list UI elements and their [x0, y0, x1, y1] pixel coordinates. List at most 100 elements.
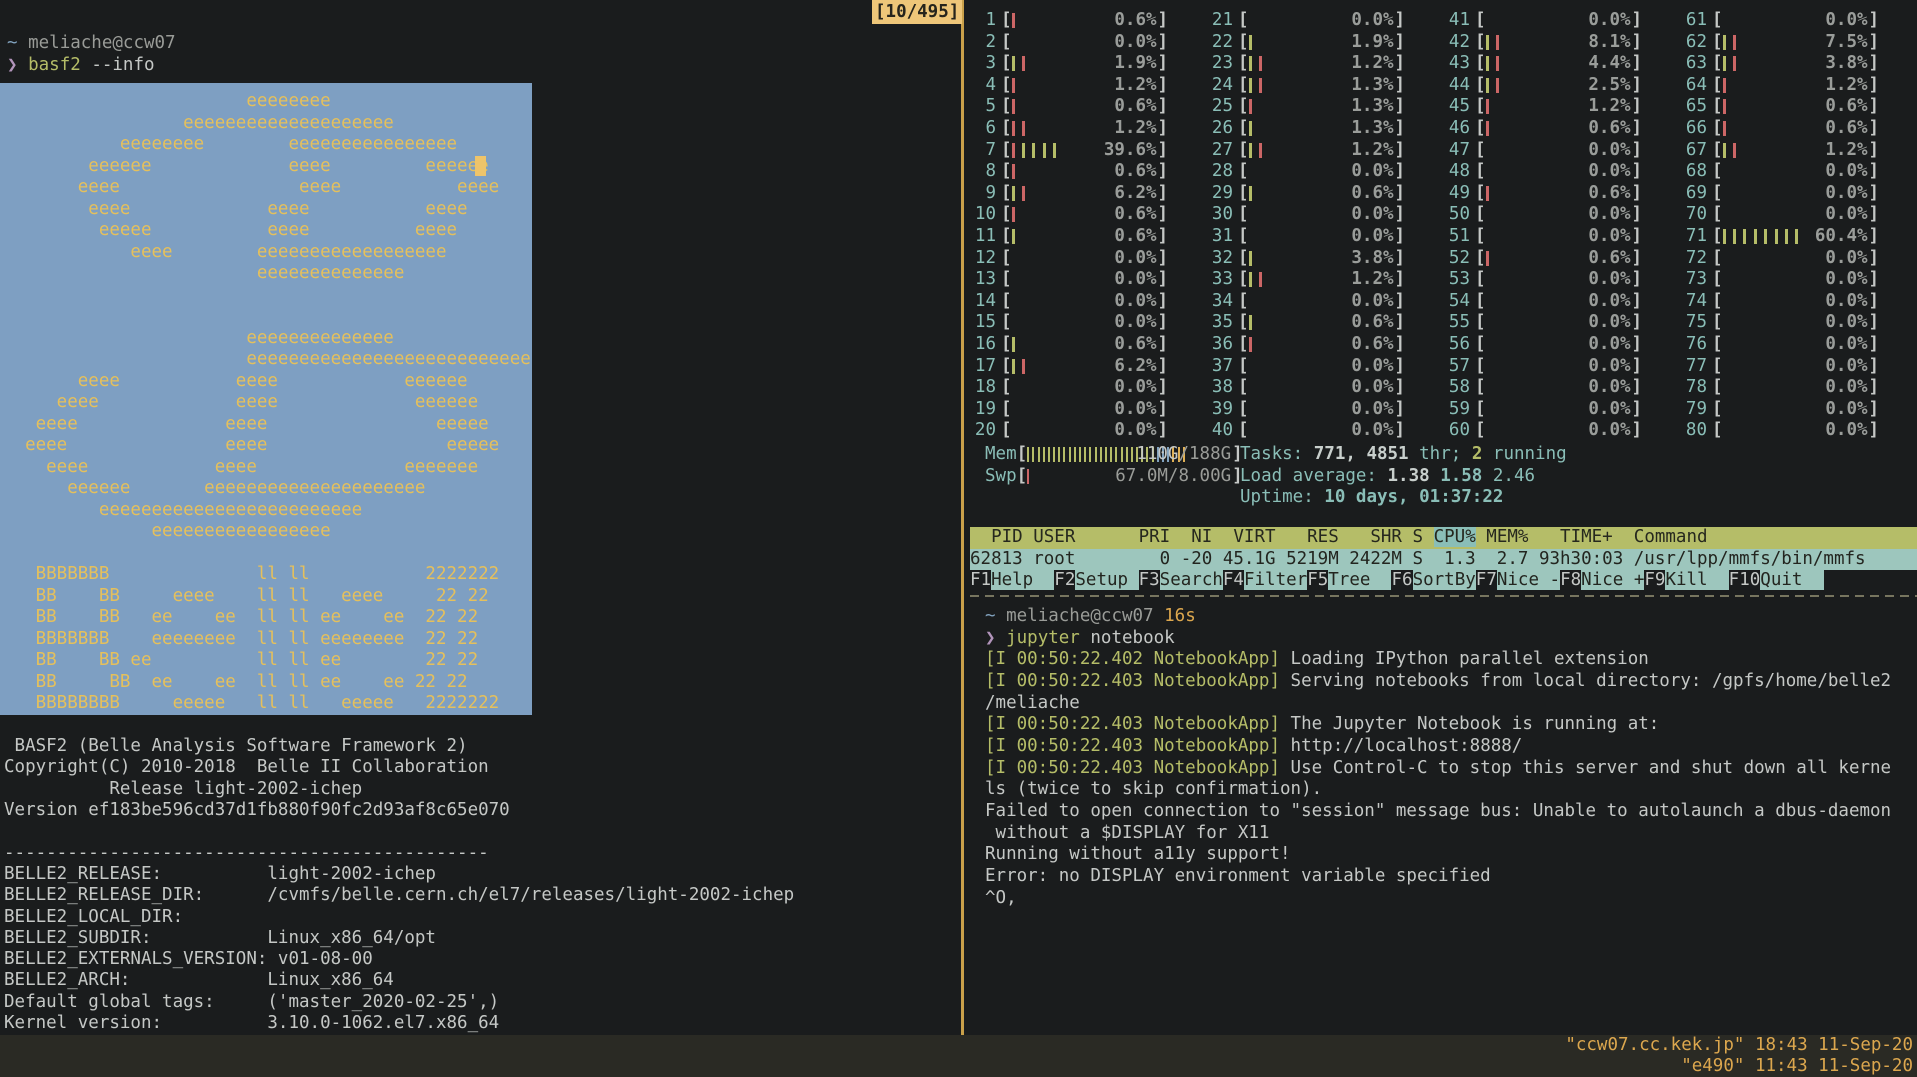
tmux-status-bar-outer: [0] 0:split-pane showcase* 1:other windo…: [0, 1035, 1917, 1056]
belle2-logo-block: eeeeeeee eeeeeeeeeeeeeeeeeeee eeeeeeee e…: [0, 83, 532, 715]
cpu-meter-58: 58[0.0%]: [1444, 377, 1681, 399]
cpu-meter-33: 33[1.2%]: [1207, 269, 1444, 291]
cpu-meter-64: 64[1.2%]: [1681, 75, 1917, 97]
fkey-f9[interactable]: F9Kill: [1644, 570, 1728, 590]
cpu-meter-38: 38[0.0%]: [1207, 377, 1444, 399]
prompt-line: ~ meliache@ccw07: [0, 33, 961, 55]
load-average-line: Load average: 1.38 1.58 2.46: [1240, 466, 1567, 488]
cpu-meter-34: 34[0.0%]: [1207, 291, 1444, 313]
log-line: [I 00:50:22.403 NotebookApp] Use Control…: [970, 758, 1917, 780]
command-duration: 16s: [1164, 606, 1196, 626]
cpu-meter-60: 60[0.0%]: [1444, 420, 1681, 442]
fkey-f5[interactable]: F5Tree: [1307, 570, 1391, 590]
tasks-count: 771,: [1314, 444, 1367, 464]
cpu-meter-49: 49[0.6%]: [1444, 183, 1681, 205]
command-jupyter-args: notebook: [1080, 628, 1175, 648]
cpu-meter-57: 57[0.0%]: [1444, 356, 1681, 378]
cpu-meter-52: 52[0.6%]: [1444, 248, 1681, 270]
memory-total: /188G: [1178, 444, 1231, 464]
cpu-meter-37: 37[0.0%]: [1207, 356, 1444, 378]
cpu-meter-21: 21[0.0%]: [1207, 10, 1444, 32]
cpu-meter-11: 11[0.6%]: [970, 226, 1207, 248]
cpu-meter-48: 48[0.0%]: [1444, 161, 1681, 183]
cpu-meter-50: 50[0.0%]: [1444, 204, 1681, 226]
cpu-meter-25: 25[1.3%]: [1207, 96, 1444, 118]
process-table-header[interactable]: PID USER PRI NI VIRT RES SHR S CPU% MEM%…: [970, 527, 1917, 549]
cpu-meter-55: 55[0.0%]: [1444, 312, 1681, 334]
swap-total: 67.0M/8.00G: [1115, 466, 1231, 486]
cpu-meter-47: 47[0.0%]: [1444, 140, 1681, 162]
log-line: ^O,: [970, 888, 1917, 910]
cpu-meter-44: 44[2.5%]: [1444, 75, 1681, 97]
cpu-meter-70: 70[0.0%]: [1681, 204, 1917, 226]
swap-label: Swp: [985, 466, 1017, 486]
tmux-host-clock-outer: "ccw07.cc.kek.jp" 18:43 11-Sep-20: [1565, 1035, 1913, 1056]
sort-column-cpu[interactable]: CPU%: [1434, 527, 1476, 547]
cpu-meter-19: 19[0.0%]: [970, 399, 1207, 421]
cpu-meter-9: 9[6.2%]: [970, 183, 1207, 205]
cpu-grid: 1[0.6%]2[0.0%]3[1.9%]4[1.2%]5[0.6%]6[1.2…: [970, 10, 1917, 442]
cpu-meter-42: 42[8.1%]: [1444, 32, 1681, 54]
cpu-meter-65: 65[0.6%]: [1681, 96, 1917, 118]
cpu-meter-80: 80[0.0%]: [1681, 420, 1917, 442]
cpu-meter-62: 62[7.5%]: [1681, 32, 1917, 54]
cpu-meter-24: 24[1.3%]: [1207, 75, 1444, 97]
fkey-f8[interactable]: F8Nice +: [1560, 570, 1644, 590]
cpu-meter-61: 61[0.0%]: [1681, 10, 1917, 32]
shell-prompt-chevron-icon: ❯: [985, 628, 996, 648]
load-1min: 1.38: [1388, 466, 1441, 486]
cpu-meter-35: 35[0.6%]: [1207, 312, 1444, 334]
cpu-meter-14: 14[0.0%]: [970, 291, 1207, 313]
fkey-f7[interactable]: F7Nice -: [1476, 570, 1560, 590]
fkey-f3[interactable]: F3Search: [1139, 570, 1223, 590]
cpu-meter-73: 73[0.0%]: [1681, 269, 1917, 291]
basf2-logo-art: eeeeeeee eeeeeeeeeeeeeeeeeeee eeeeeeee e…: [4, 91, 532, 715]
cpu-meter-28: 28[0.0%]: [1207, 161, 1444, 183]
memory-meter: Mem[110G/188G]: [985, 444, 1243, 466]
cpu-meter-1: 1[0.6%]: [970, 10, 1207, 32]
fkey-f2[interactable]: F2Setup: [1054, 570, 1138, 590]
cpu-meter-8: 8[0.6%]: [970, 161, 1207, 183]
cpu-meter-26: 26[1.3%]: [1207, 118, 1444, 140]
cpu-meter-29: 29[0.6%]: [1207, 183, 1444, 205]
cpu-meter-74: 74[0.0%]: [1681, 291, 1917, 313]
cpu-meter-67: 67[1.2%]: [1681, 140, 1917, 162]
pane-basf2: ~ meliache@ccw07 ❯ basf2 --info eeeeeeee…: [0, 0, 961, 1035]
process-row-selected[interactable]: 62813 root 0 -20 45.1G 5219M 2422M S 1.3…: [970, 549, 1917, 571]
cpu-meter-76: 76[0.0%]: [1681, 334, 1917, 356]
cpu-meter-6: 6[1.2%]: [970, 118, 1207, 140]
cpu-meter-16: 16[0.6%]: [970, 334, 1207, 356]
htop-stats: Tasks: 771, 4851 thr; 2 running Load ave…: [1240, 444, 1567, 509]
fkey-f10[interactable]: F10Quit: [1729, 570, 1824, 590]
command-jupyter: jupyter: [1006, 628, 1080, 648]
cpu-meter-78: 78[0.0%]: [1681, 377, 1917, 399]
log-line: without a $DISPLAY for X11: [970, 823, 1917, 845]
swap-meter: Swp[67.0M/8.00G]: [985, 466, 1243, 488]
shell-prompt-tilde: ~: [985, 606, 996, 626]
cpu-meter-31: 31[0.0%]: [1207, 226, 1444, 248]
tasks-line: Tasks: 771, 4851 thr; 2 running: [1240, 444, 1567, 466]
vertical-pane-divider[interactable]: [961, 0, 964, 1035]
fkey-f1[interactable]: F1Help: [970, 570, 1054, 590]
cpu-meter-69: 69[0.0%]: [1681, 183, 1917, 205]
horizontal-pane-divider[interactable]: [970, 595, 1917, 597]
fkey-f6[interactable]: F6SortBy: [1391, 570, 1475, 590]
cpu-meter-23: 23[1.2%]: [1207, 53, 1444, 75]
cpu-meter-43: 43[4.4%]: [1444, 53, 1681, 75]
fkey-f4[interactable]: F4Filter: [1223, 570, 1307, 590]
log-line: Running without a11y support!: [970, 844, 1917, 866]
cpu-meter-17: 17[6.2%]: [970, 356, 1207, 378]
prompt-chevron-icon: ❯: [7, 55, 18, 75]
command-line: ❯ basf2 --info: [0, 55, 961, 77]
cpu-meter-30: 30[0.0%]: [1207, 204, 1444, 226]
cpu-meter-13: 13[0.0%]: [970, 269, 1207, 291]
cpu-meter-72: 72[0.0%]: [1681, 248, 1917, 270]
tmux-host-clock-inner: "e490" 11:43 11-Sep-20: [1681, 1056, 1913, 1077]
cpu-meter-7: 7[39.6%]: [970, 140, 1207, 162]
prompt-tilde: ~: [7, 33, 18, 53]
cpu-meter-12: 12[0.0%]: [970, 248, 1207, 270]
swap-bar: 67.0M/8.00G: [1027, 466, 1232, 488]
swap-bars: [1027, 466, 1032, 486]
cpu-meter-71: 71[60.4%]: [1681, 226, 1917, 248]
cpu-meter-68: 68[0.0%]: [1681, 161, 1917, 183]
